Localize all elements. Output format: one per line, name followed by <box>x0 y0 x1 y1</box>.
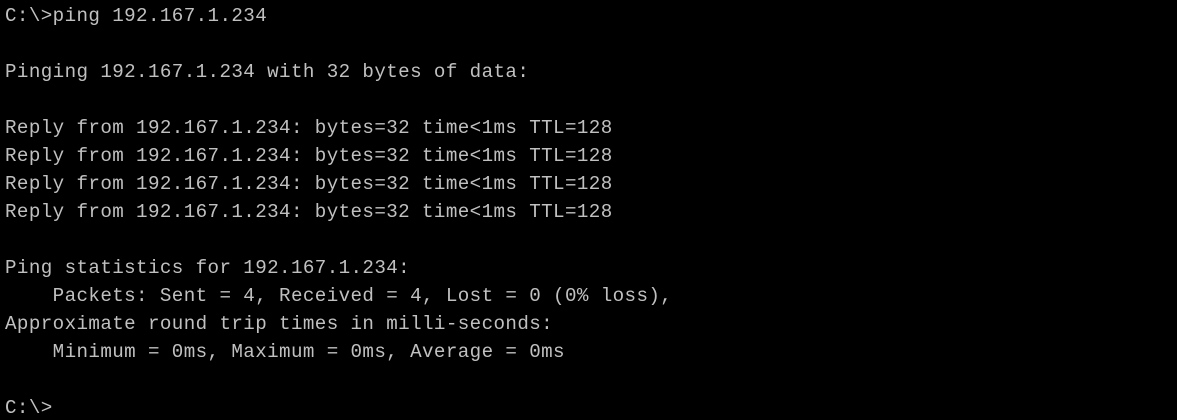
reply-line: Reply from 192.167.1.234: bytes=32 time<… <box>5 201 613 223</box>
rtt-stats: Minimum = 0ms, Maximum = 0ms, Average = … <box>5 341 565 363</box>
reply-line: Reply from 192.167.1.234: bytes=32 time<… <box>5 173 613 195</box>
command-line: C:\>ping 192.167.1.234 <box>5 5 268 27</box>
stats-header: Ping statistics for 192.167.1.234: <box>5 257 411 279</box>
pinging-header: Pinging 192.167.1.234 with 32 bytes of d… <box>5 61 530 83</box>
packets-stats: Packets: Sent = 4, Received = 4, Lost = … <box>5 285 673 307</box>
reply-line: Reply from 192.167.1.234: bytes=32 time<… <box>5 145 613 167</box>
terminal-window[interactable]: C:\>ping 192.167.1.234 Pinging 192.167.1… <box>0 0 1177 420</box>
rtt-header: Approximate round trip times in milli-se… <box>5 313 554 335</box>
prompt-text: C:\> <box>5 397 53 419</box>
prompt-line[interactable]: C:\> <box>5 396 53 420</box>
reply-line: Reply from 192.167.1.234: bytes=32 time<… <box>5 117 613 139</box>
